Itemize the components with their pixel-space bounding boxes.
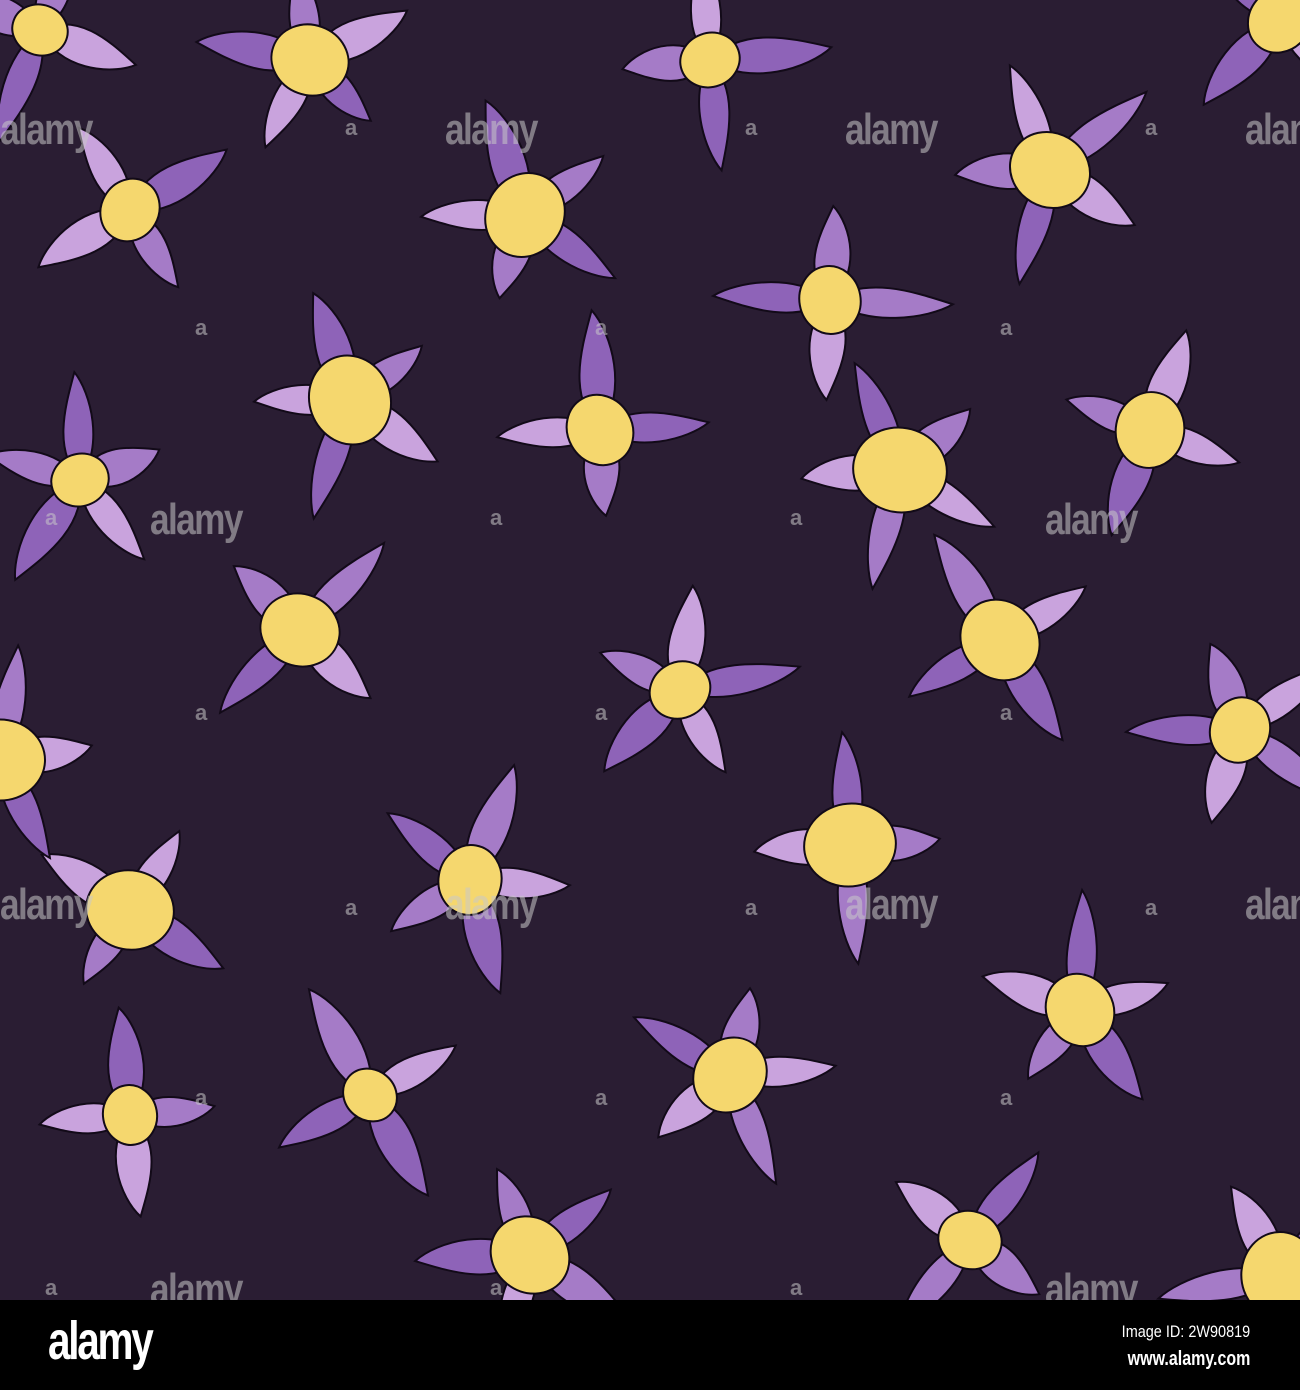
flower-center <box>101 1084 159 1146</box>
flower <box>277 987 458 1198</box>
watermark-glyph: a <box>1000 1085 1013 1110</box>
flower-center <box>679 31 741 89</box>
flower-center <box>565 393 635 467</box>
watermark-glyph: a <box>595 700 608 725</box>
flower <box>799 361 997 592</box>
flower <box>0 369 161 582</box>
watermark: alamy <box>1245 105 1300 154</box>
watermark-glyph: a <box>345 115 358 140</box>
flower <box>980 887 1170 1101</box>
watermark: alamy <box>845 105 938 154</box>
flower <box>413 1167 634 1300</box>
watermark-glyph: a <box>745 115 758 140</box>
flower <box>1155 1185 1300 1300</box>
flower <box>252 291 440 522</box>
watermark-glyph: a <box>1000 700 1013 725</box>
watermark-glyph: a <box>195 1085 208 1110</box>
flower <box>0 643 94 860</box>
flower <box>953 63 1149 287</box>
watermark-glyph: a <box>45 1275 58 1300</box>
floral-pattern: alamy alamy alamy alamy alamy alamy alamy alamy… <box>0 0 1300 1300</box>
flower <box>752 730 942 967</box>
footer-bar: alamy Image ID: 2W90819 www.alamy.com <box>0 1300 1300 1390</box>
watermark: alamy <box>0 880 93 929</box>
website-link: www.alamy.com <box>1127 1348 1250 1370</box>
flower <box>385 763 572 995</box>
watermark-glyph: a <box>195 315 208 340</box>
flower-center <box>798 265 862 335</box>
flower-center <box>0 718 46 802</box>
watermark: alamy <box>1045 495 1138 544</box>
watermark-glyph: a <box>490 1275 503 1300</box>
watermark-glyph: a <box>45 505 58 530</box>
watermark: alamy <box>845 880 938 929</box>
watermark-glyph: a <box>745 895 758 920</box>
watermark: alamy <box>1045 1265 1138 1300</box>
flower <box>620 0 834 173</box>
alamy-logo: alamy <box>48 1311 154 1371</box>
watermark: alamy <box>1245 880 1300 929</box>
flower <box>598 583 803 774</box>
watermark: alamy <box>150 1265 243 1300</box>
flower <box>631 986 838 1186</box>
watermark-glyph: a <box>1145 115 1158 140</box>
watermark: alamy <box>150 495 243 544</box>
watermark-glyph: a <box>790 1275 803 1300</box>
flower <box>1123 642 1300 825</box>
flower <box>37 1005 217 1219</box>
watermark-glyph: a <box>595 315 608 340</box>
watermark-glyph: a <box>1145 895 1158 920</box>
image-id: Image ID: 2W90819 <box>1121 1322 1250 1341</box>
watermark: alamy <box>0 105 93 154</box>
watermark-glyph: a <box>195 700 208 725</box>
watermark: alamy <box>445 880 538 929</box>
watermark-glyph: a <box>1000 315 1013 340</box>
watermark-glyph: a <box>490 505 503 530</box>
watermark-glyph: a <box>595 1085 608 1110</box>
watermark-glyph: a <box>790 505 803 530</box>
watermark: alamy <box>445 105 538 154</box>
watermark-glyph: a <box>345 895 358 920</box>
flower <box>710 204 956 402</box>
